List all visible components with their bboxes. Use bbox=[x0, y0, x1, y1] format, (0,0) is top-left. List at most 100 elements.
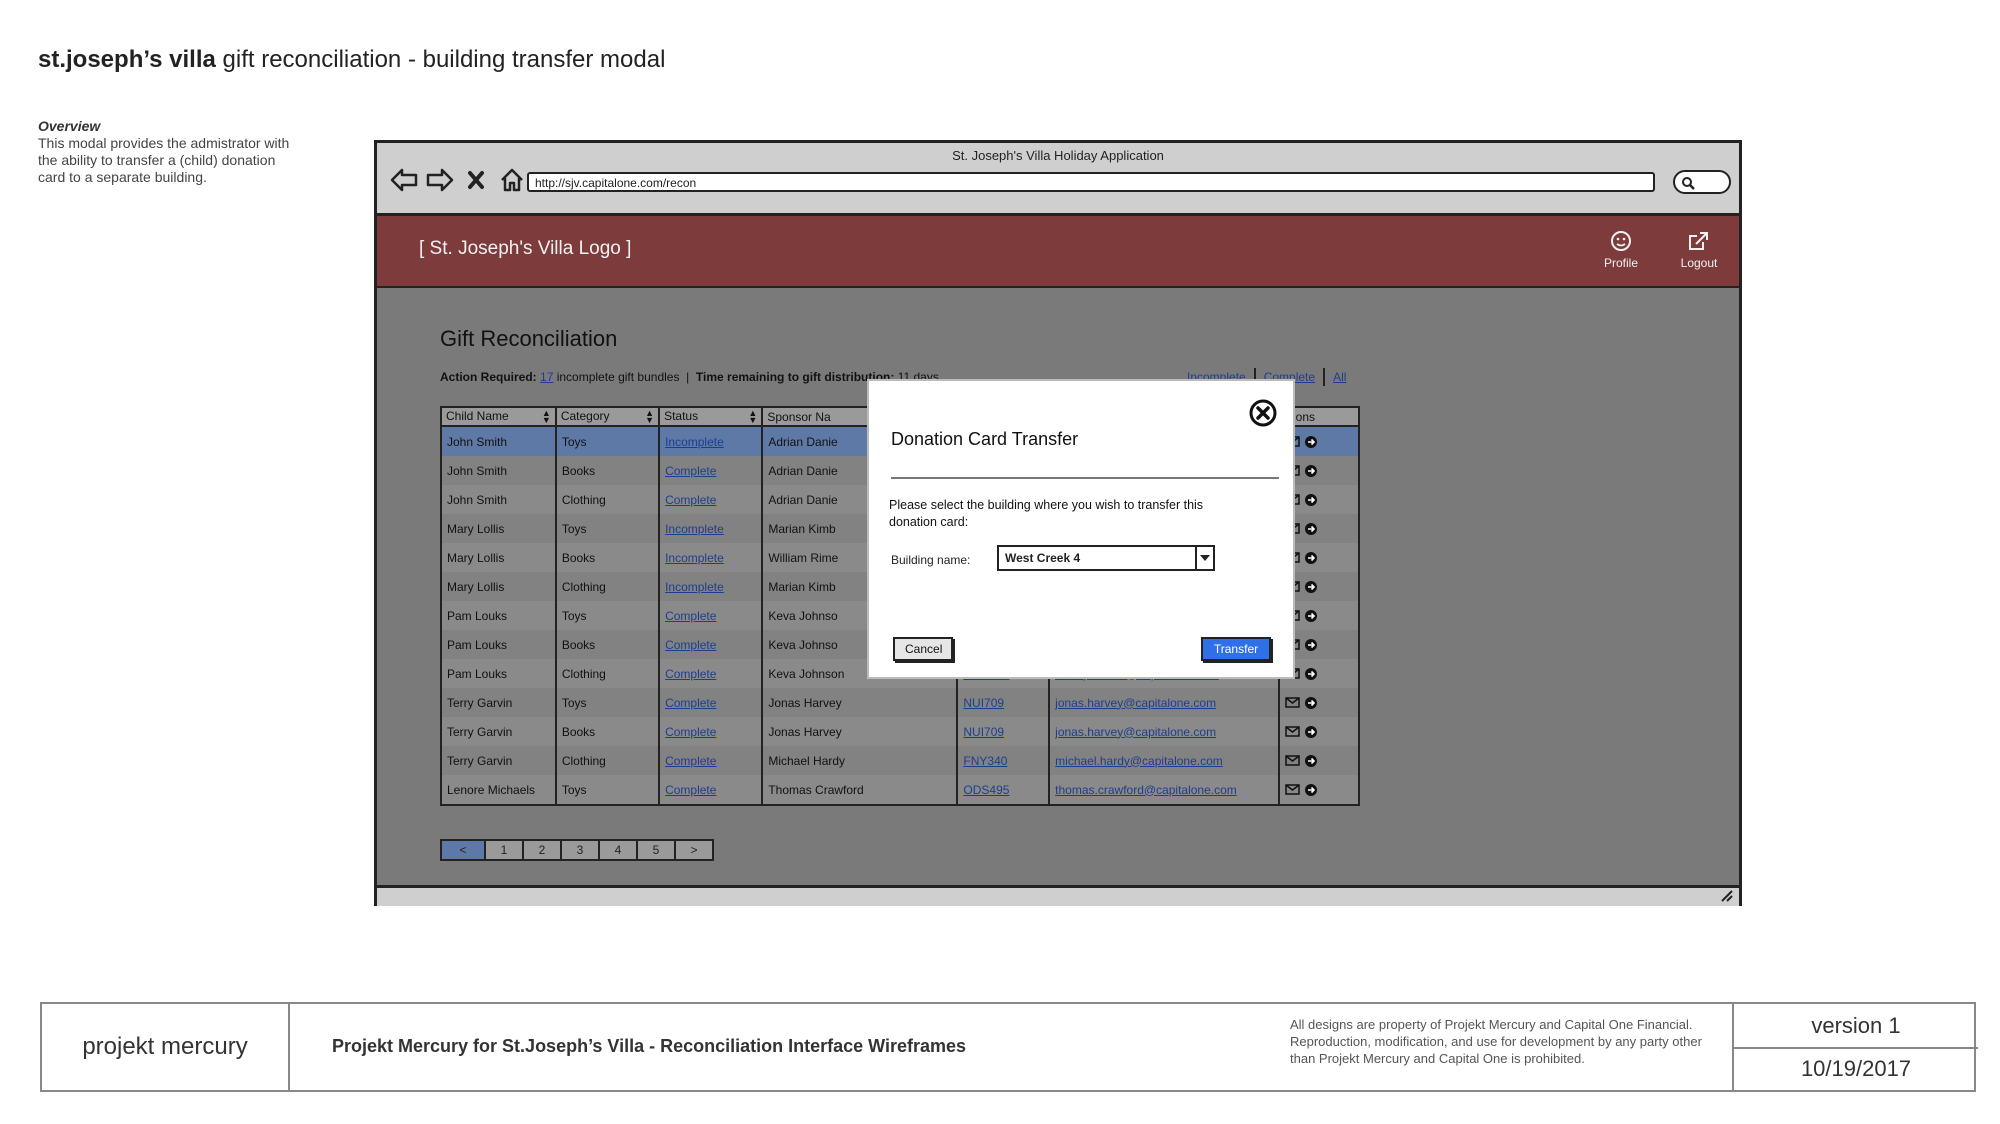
profile-button[interactable]: Profile bbox=[1591, 230, 1651, 270]
address-bar[interactable]: http://sjv.capitalone.com/recon bbox=[527, 172, 1655, 192]
logout-button[interactable]: Logout bbox=[1669, 230, 1729, 270]
sponsor-id-link[interactable]: NUI709 bbox=[963, 725, 1004, 739]
status-link[interactable]: Complete bbox=[665, 667, 716, 681]
overview-heading: Overview bbox=[38, 118, 101, 134]
status-link[interactable]: Complete bbox=[665, 754, 716, 768]
home-icon[interactable] bbox=[497, 165, 527, 195]
cell-child-name: John Smith bbox=[441, 485, 557, 514]
pager-prev[interactable]: < bbox=[442, 841, 486, 859]
arrow-circle-icon[interactable] bbox=[1304, 696, 1318, 710]
col-category[interactable]: Category ▲ ▼ bbox=[555, 407, 661, 427]
resize-grip-icon[interactable] bbox=[1719, 890, 1733, 902]
filter-all[interactable]: All bbox=[1333, 370, 1346, 386]
status-link[interactable]: Incomplete bbox=[665, 435, 724, 449]
arrow-circle-icon[interactable] bbox=[1304, 522, 1318, 536]
sponsor-id-link[interactable]: NUI709 bbox=[963, 696, 1004, 710]
pager-page-5[interactable]: 5 bbox=[638, 841, 676, 859]
cell-category: Books bbox=[555, 456, 661, 485]
arrow-circle-icon[interactable] bbox=[1304, 754, 1318, 768]
cell-status: Incomplete bbox=[659, 572, 764, 601]
sponsor-id-link[interactable]: FNY340 bbox=[963, 754, 1007, 768]
browser-chrome: St. Joseph's Villa Holiday Application h… bbox=[377, 143, 1739, 216]
logout-label: Logout bbox=[1680, 256, 1718, 270]
cell-sponsor-email: jonas.harvey@capitalone.com bbox=[1049, 717, 1280, 746]
back-arrow-icon[interactable] bbox=[389, 165, 419, 195]
cell-sponsor-name: Thomas Crawford bbox=[762, 775, 959, 805]
cell-category: Toys bbox=[555, 601, 661, 630]
sort-icon[interactable]: ▲ ▼ bbox=[748, 409, 757, 425]
mail-icon[interactable] bbox=[1284, 726, 1300, 738]
arrow-circle-icon[interactable] bbox=[1304, 783, 1318, 797]
cell-actions bbox=[1278, 775, 1361, 805]
arrow-circle-icon[interactable] bbox=[1304, 667, 1318, 681]
mail-icon[interactable] bbox=[1284, 755, 1300, 767]
page-title-rest: gift reconciliation - building transfer … bbox=[215, 46, 666, 73]
table-row[interactable]: Terry Garvin Books Complete Jonas Harvey NUI… bbox=[441, 717, 1361, 746]
cell-child-name: Mary Lollis bbox=[441, 572, 557, 601]
cell-status: Complete bbox=[659, 601, 764, 630]
sponsor-email-link[interactable]: michael.hardy@capitalone.com bbox=[1055, 754, 1223, 768]
transfer-button[interactable]: Transfer bbox=[1201, 637, 1271, 661]
col-status[interactable]: Status ▲ ▼ bbox=[659, 407, 764, 427]
building-select-value: West Creek 4 bbox=[1005, 551, 1081, 565]
stop-icon[interactable] bbox=[461, 165, 491, 195]
mail-icon[interactable] bbox=[1284, 697, 1300, 709]
mail-icon[interactable] bbox=[1284, 784, 1300, 796]
cell-category: Clothing bbox=[555, 746, 661, 775]
status-link[interactable]: Incomplete bbox=[665, 522, 724, 536]
arrow-circle-icon[interactable] bbox=[1304, 551, 1318, 565]
status-link[interactable]: Incomplete bbox=[665, 551, 724, 565]
arrow-circle-icon[interactable] bbox=[1304, 609, 1318, 623]
cell-category: Clothing bbox=[555, 572, 661, 601]
pager-page-2[interactable]: 2 bbox=[524, 841, 562, 859]
cell-sponsor-email: thomas.crawford@capitalone.com bbox=[1049, 775, 1280, 805]
status-link[interactable]: Complete bbox=[665, 696, 716, 710]
status-link[interactable]: Complete bbox=[665, 783, 716, 797]
footer-version: version 1 bbox=[1732, 1004, 1978, 1049]
status-link[interactable]: Complete bbox=[665, 638, 716, 652]
cancel-button[interactable]: Cancel bbox=[893, 637, 953, 661]
sponsor-id-link[interactable]: ODS495 bbox=[963, 783, 1009, 797]
cell-sponsor-email: jonas.harvey@capitalone.com bbox=[1049, 688, 1280, 717]
pager-page-4[interactable]: 4 bbox=[600, 841, 638, 859]
cell-child-name: Terry Garvin bbox=[441, 717, 557, 746]
status-link[interactable]: Incomplete bbox=[665, 580, 724, 594]
time-remaining-label: Time remaining to gift distribution: bbox=[695, 370, 895, 384]
pager-page-3[interactable]: 3 bbox=[562, 841, 600, 859]
status-link[interactable]: Complete bbox=[665, 493, 716, 507]
pager-page-1[interactable]: 1 bbox=[486, 841, 524, 859]
cell-status: Complete bbox=[659, 717, 764, 746]
sponsor-email-link[interactable]: thomas.crawford@capitalone.com bbox=[1055, 783, 1237, 797]
pagination: < 1 2 3 4 5 > bbox=[440, 839, 714, 861]
profile-label: Profile bbox=[1603, 256, 1638, 270]
arrow-circle-icon[interactable] bbox=[1304, 493, 1318, 507]
arrow-circle-icon[interactable] bbox=[1304, 580, 1318, 594]
arrow-circle-icon[interactable] bbox=[1304, 638, 1318, 652]
incomplete-count-link[interactable]: 17 bbox=[540, 370, 553, 384]
arrow-circle-icon[interactable] bbox=[1304, 464, 1318, 478]
status-link[interactable]: Complete bbox=[665, 725, 716, 739]
arrow-circle-icon[interactable] bbox=[1304, 435, 1318, 449]
status-link[interactable]: Complete bbox=[665, 609, 716, 623]
sponsor-email-link[interactable]: jonas.harvey@capitalone.com bbox=[1055, 725, 1216, 739]
cell-category: Toys bbox=[555, 688, 661, 717]
forward-arrow-icon[interactable] bbox=[425, 165, 455, 195]
status-link[interactable]: Complete bbox=[665, 464, 716, 478]
cell-actions bbox=[1278, 688, 1361, 717]
table-row[interactable]: Lenore Michaels Toys Complete Thomas Crawfo… bbox=[441, 775, 1361, 805]
sponsor-email-link[interactable]: jonas.harvey@capitalone.com bbox=[1055, 696, 1216, 710]
building-select[interactable]: West Creek 4 bbox=[997, 545, 1215, 571]
pager-next[interactable]: > bbox=[676, 841, 712, 859]
table-row[interactable]: Terry Garvin Toys Complete Jonas Harvey NUI7… bbox=[441, 688, 1361, 717]
arrow-circle-icon[interactable] bbox=[1304, 725, 1318, 739]
sort-icon[interactable]: ▲ ▼ bbox=[645, 409, 654, 425]
close-icon[interactable] bbox=[1249, 399, 1277, 427]
chevron-down-icon[interactable] bbox=[1195, 547, 1213, 569]
cell-sponsor-email: michael.hardy@capitalone.com bbox=[1049, 746, 1280, 775]
table-row[interactable]: Terry Garvin Clothing Complete Michael Hard… bbox=[441, 746, 1361, 775]
site-logo[interactable]: [ St. Joseph's Villa Logo ] bbox=[419, 238, 631, 260]
col-child-name[interactable]: Child Name ▲ ▼ bbox=[441, 407, 557, 427]
cell-child-name: Terry Garvin bbox=[441, 688, 557, 717]
sort-icon[interactable]: ▲ ▼ bbox=[542, 409, 551, 425]
browser-search[interactable] bbox=[1673, 170, 1731, 194]
